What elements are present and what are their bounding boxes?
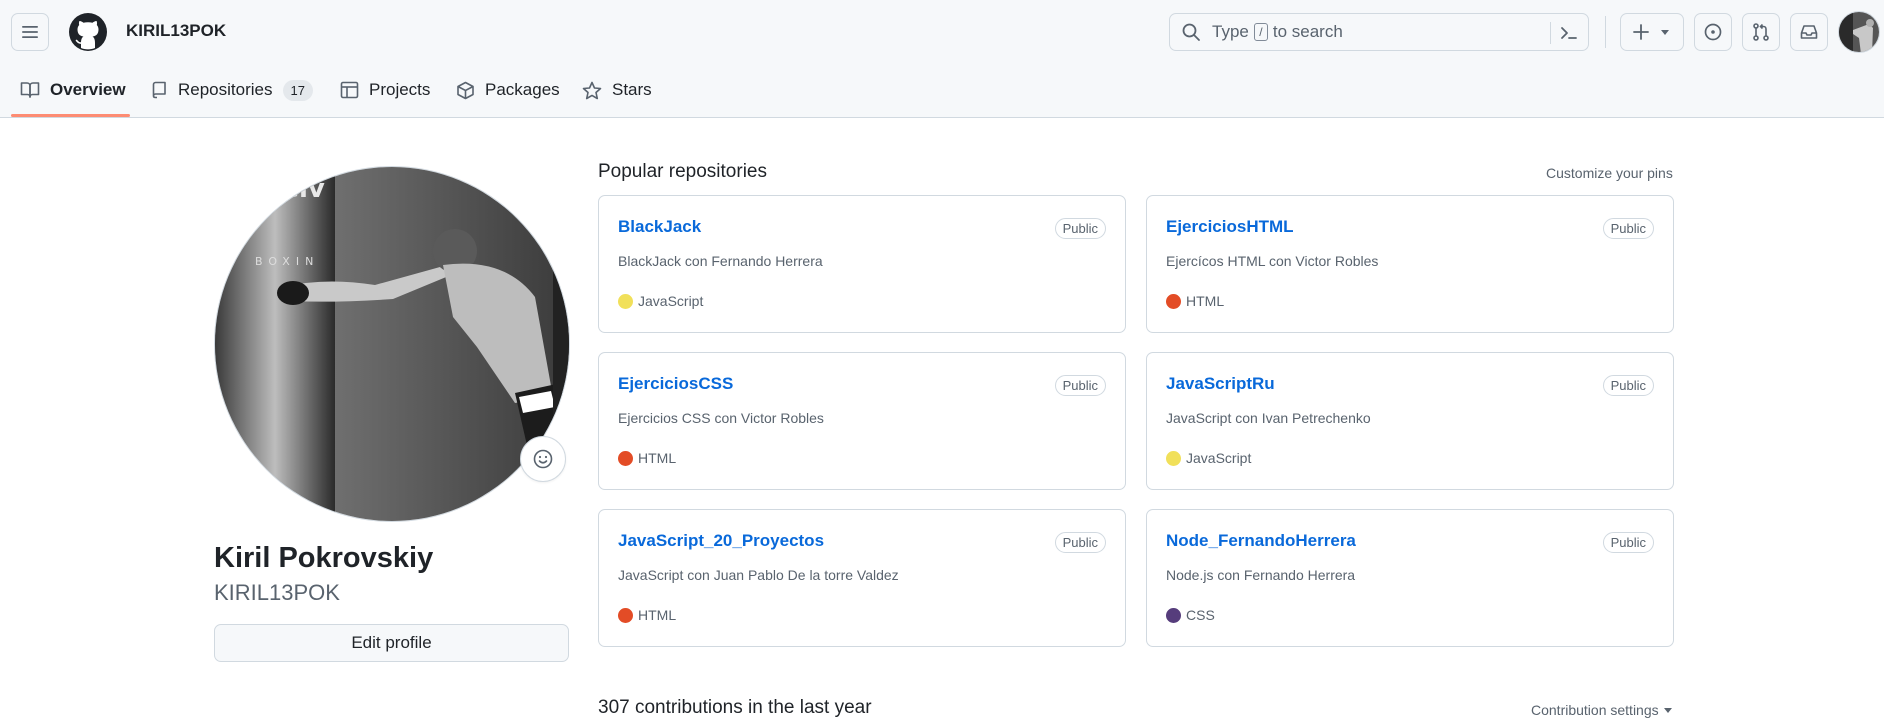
tab-projects-label: Projects [369, 80, 431, 99]
visibility-badge: Public [1602, 218, 1654, 239]
visibility-badge: Public [1054, 532, 1106, 553]
repo-card: JavaScriptRu Public JavaScript con Ivan … [1146, 352, 1674, 490]
issues-button[interactable] [1694, 13, 1732, 51]
table-icon [340, 81, 359, 99]
repo-card: BlackJack Public BlackJack con Fernando … [598, 195, 1126, 333]
svg-text:onelv: onelv [245, 174, 325, 204]
repo-language-label: HTML [638, 450, 677, 466]
language-color-dot [1166, 450, 1181, 466]
git-pull-request-icon [1753, 23, 1769, 41]
tab-stars[interactable]: Stars [582, 74, 652, 106]
repo-description: BlackJack con Fernando Herrera [618, 253, 823, 269]
issue-opened-icon [1704, 23, 1722, 41]
repo-name-link[interactable]: JavaScript_20_Proyectos [618, 531, 824, 551]
search-placeholder-suffix: to search [1272, 22, 1343, 41]
repo-language: CSS [1166, 607, 1215, 623]
repo-language: HTML [618, 450, 676, 466]
repo-language: HTML [618, 607, 676, 623]
pull-requests-button[interactable] [1742, 13, 1780, 51]
tab-repositories-label: Repositories [178, 80, 273, 99]
repo-name-link[interactable]: BlackJack [618, 217, 701, 237]
search-input[interactable]: Type / to search [1169, 13, 1589, 51]
command-palette-icon[interactable] [1558, 22, 1580, 44]
repo-card: Node_FernandoHerrera Public Node.js con … [1146, 509, 1674, 647]
repo-description: Ejercícos HTML con Victor Robles [1166, 253, 1379, 269]
user-avatar-button[interactable] [1838, 11, 1880, 53]
header-username-link[interactable]: KIRIL13POK [126, 21, 226, 41]
repo-language-label: HTML [638, 607, 677, 623]
repo-card: EjerciciosCSS Public Ejercicios CSS con … [598, 352, 1126, 490]
repo-language-label: CSS [1186, 607, 1215, 623]
package-icon [457, 81, 474, 99]
language-color-dot [618, 450, 633, 466]
edit-profile-button[interactable]: Edit profile [214, 624, 569, 662]
plus-icon [1633, 24, 1649, 40]
customize-pins-link[interactable]: Customize your pins [1546, 165, 1673, 181]
book-icon [20, 82, 40, 98]
visibility-badge: Public [1054, 375, 1106, 396]
repo-icon [152, 81, 166, 99]
app-header: KIRIL13POK Type / to search Overview Rep… [0, 0, 1884, 118]
inbox-button[interactable] [1790, 13, 1828, 51]
profile-login: KIRIL13POK [214, 580, 340, 605]
menu-button[interactable] [11, 13, 49, 51]
repo-card: JavaScript_20_Proyectos Public JavaScrip… [598, 509, 1126, 647]
hamburger-icon [22, 26, 38, 38]
inbox-icon [1800, 25, 1818, 39]
search-placeholder-prefix: Type [1212, 22, 1249, 41]
repo-name-link[interactable]: EjerciciosCSS [618, 374, 733, 394]
active-tab-indicator [11, 114, 130, 117]
tab-overview[interactable]: Overview [20, 74, 126, 106]
search-icon [1181, 21, 1203, 43]
profile-photo-image: onelv BOXIN [215, 167, 569, 521]
profile-avatar[interactable]: onelv BOXIN [214, 166, 570, 522]
repo-name-link[interactable]: Node_FernandoHerrera [1166, 531, 1356, 551]
repo-language: JavaScript [1166, 450, 1251, 466]
language-color-dot [1166, 607, 1181, 623]
repo-description: JavaScript con Ivan Petrechenko [1166, 410, 1371, 426]
search-shortcut-key: / [1253, 23, 1268, 41]
visibility-badge: Public [1054, 218, 1106, 239]
tab-projects[interactable]: Projects [340, 74, 430, 106]
contributions-title: 307 contributions in the last year [598, 697, 872, 718]
tab-packages-label: Packages [485, 80, 560, 99]
tab-repositories[interactable]: Repositories 17 [150, 74, 313, 106]
star-icon [582, 81, 602, 99]
visibility-badge: Public [1602, 375, 1654, 396]
search-divider [1550, 22, 1551, 44]
repo-description: Ejercicios CSS con Victor Robles [618, 410, 824, 426]
github-logo-icon[interactable] [68, 12, 108, 52]
language-color-dot [618, 293, 633, 309]
profile-full-name: Kiril Pokrovskiy [214, 542, 434, 574]
repo-language-label: JavaScript [638, 293, 704, 309]
create-new-button[interactable] [1620, 13, 1684, 51]
tab-overview-label: Overview [50, 80, 126, 99]
tab-stars-label: Stars [612, 80, 652, 99]
repo-name-link[interactable]: EjerciciosHTML [1166, 217, 1294, 237]
set-status-button[interactable] [520, 436, 566, 482]
triangle-down-icon [1661, 30, 1669, 35]
visibility-badge: Public [1602, 532, 1654, 553]
triangle-down-icon [1663, 708, 1672, 713]
repo-description: Node.js con Fernando Herrera [1166, 567, 1356, 583]
repo-card: EjerciciosHTML Public Ejercícos HTML con… [1146, 195, 1674, 333]
smiley-icon [533, 449, 553, 469]
popular-repos-title: Popular repositories [598, 161, 767, 182]
repo-language: HTML [1166, 293, 1224, 309]
svg-text:BOXIN: BOXIN [255, 255, 319, 268]
contribution-settings-label: Contribution settings [1531, 702, 1659, 718]
repo-name-link[interactable]: JavaScriptRu [1166, 374, 1275, 394]
header-divider [1605, 16, 1606, 48]
contribution-settings-dropdown[interactable]: Contribution settings [1531, 702, 1673, 718]
repo-language-label: HTML [1186, 293, 1225, 309]
search-placeholder: Type / to search [1212, 22, 1343, 42]
avatar-image [1839, 12, 1879, 52]
tab-packages[interactable]: Packages [456, 74, 560, 106]
repo-language: JavaScript [618, 293, 703, 309]
repo-description: JavaScript con Juan Pablo De la torre Va… [618, 567, 899, 583]
language-color-dot [1166, 293, 1181, 309]
language-color-dot [618, 607, 633, 623]
repositories-count-badge: 17 [282, 79, 313, 101]
repo-language-label: JavaScript [1186, 450, 1252, 466]
